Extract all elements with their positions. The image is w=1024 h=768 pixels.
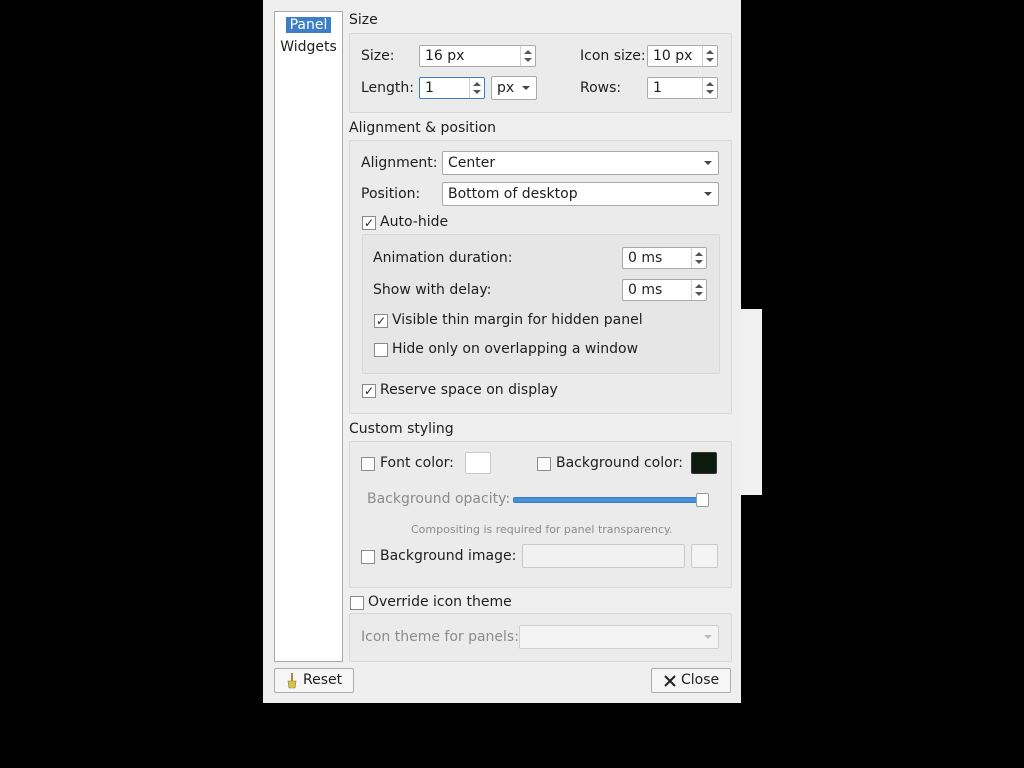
icon-theme-combo[interactable] xyxy=(519,625,719,649)
background-image-path-field[interactable] xyxy=(522,544,685,568)
reset-button-label: Reset xyxy=(303,672,343,688)
position-value: Bottom of desktop xyxy=(448,186,578,202)
up-arrow-icon[interactable] xyxy=(695,284,703,288)
down-arrow-icon[interactable] xyxy=(473,90,481,94)
rows-label: Rows: xyxy=(580,80,622,96)
background-color-swatch[interactable] xyxy=(691,452,717,474)
animation-duration-label: Animation duration: xyxy=(373,250,513,266)
background-color-checkbox[interactable] xyxy=(537,457,551,471)
size-stepper[interactable] xyxy=(520,46,535,66)
down-arrow-icon[interactable] xyxy=(706,58,714,62)
up-arrow-icon[interactable] xyxy=(524,50,532,54)
alignment-group-title: Alignment & position xyxy=(349,120,496,136)
size-spinbox[interactable]: 16 px xyxy=(419,45,536,67)
background-opacity-handle[interactable] xyxy=(696,493,709,507)
rows-stepper[interactable] xyxy=(702,78,717,98)
show-delay-stepper[interactable] xyxy=(691,280,706,300)
broom-icon xyxy=(287,673,297,689)
show-delay-value: 0 ms xyxy=(628,282,663,298)
length-stepper[interactable] xyxy=(469,78,484,98)
animation-duration-stepper[interactable] xyxy=(691,248,706,268)
icon-theme-label: Icon theme for panels: xyxy=(361,629,519,645)
overlap-checkbox[interactable] xyxy=(374,343,388,357)
length-unit-value: px xyxy=(497,80,515,96)
rows-spinbox[interactable]: 1 xyxy=(647,77,718,99)
font-color-label[interactable]: Font color: xyxy=(380,455,454,471)
sidebar-item-panel[interactable]: Panel xyxy=(275,15,342,35)
panel-settings-dialog: Panel Widgets Size Size: 16 px Icon size… xyxy=(263,0,741,703)
up-arrow-icon[interactable] xyxy=(695,252,703,256)
background-color-label[interactable]: Background color: xyxy=(556,455,683,471)
alignment-combo[interactable]: Center xyxy=(442,151,719,175)
background-opacity-slider[interactable] xyxy=(513,497,709,503)
close-button[interactable]: Close xyxy=(651,668,731,693)
icon-size-value: 10 px xyxy=(653,48,693,64)
down-arrow-icon[interactable] xyxy=(524,58,532,62)
reserve-space-label[interactable]: Reserve space on display xyxy=(380,382,558,398)
background-opacity-label: Background opacity: xyxy=(367,491,511,507)
length-spinbox[interactable]: 1 xyxy=(419,77,485,99)
sidebar-list[interactable]: Panel Widgets xyxy=(274,11,343,662)
up-arrow-icon[interactable] xyxy=(706,82,714,86)
size-value: 16 px xyxy=(425,48,465,64)
icon-size-label: Icon size: xyxy=(580,48,646,64)
icon-size-stepper[interactable] xyxy=(702,46,717,66)
show-delay-spinbox[interactable]: 0 ms xyxy=(622,279,707,301)
position-combo[interactable]: Bottom of desktop xyxy=(442,182,719,206)
up-arrow-icon[interactable] xyxy=(473,82,481,86)
size-label: Size: xyxy=(361,48,395,64)
font-color-swatch[interactable] xyxy=(465,452,491,474)
chevron-down-icon xyxy=(704,192,712,196)
chevron-down-icon xyxy=(704,635,712,639)
position-label: Position: xyxy=(361,186,421,202)
reset-button[interactable]: Reset xyxy=(274,668,354,693)
autohide-label[interactable]: Auto-hide xyxy=(380,214,448,230)
background-image-browse-button[interactable] xyxy=(691,544,718,568)
alignment-value: Center xyxy=(448,155,496,171)
down-arrow-icon[interactable] xyxy=(706,90,714,94)
compositing-note: Compositing is required for panel transp… xyxy=(411,523,673,536)
close-button-label: Close xyxy=(681,672,720,688)
rows-value: 1 xyxy=(653,80,662,96)
length-unit-combo[interactable]: px xyxy=(491,76,537,100)
font-color-checkbox[interactable] xyxy=(361,457,375,471)
show-delay-label: Show with delay: xyxy=(373,282,492,298)
close-icon xyxy=(664,675,676,687)
override-icon-theme-checkbox[interactable] xyxy=(350,596,364,610)
chevron-down-icon xyxy=(704,161,712,165)
styling-group-title: Custom styling xyxy=(349,421,454,437)
override-icon-theme-label[interactable]: Override icon theme xyxy=(368,594,512,610)
size-group-title: Size xyxy=(349,12,378,28)
down-arrow-icon[interactable] xyxy=(695,292,703,296)
alignment-label: Alignment: xyxy=(361,155,438,171)
thin-margin-label[interactable]: Visible thin margin for hidden panel xyxy=(392,312,643,328)
sidebar-item-widgets[interactable]: Widgets xyxy=(275,37,342,57)
down-arrow-icon[interactable] xyxy=(695,260,703,264)
length-value: 1 xyxy=(425,80,434,96)
overlap-label[interactable]: Hide only on overlapping a window xyxy=(392,341,638,357)
animation-duration-value: 0 ms xyxy=(628,250,663,266)
thin-margin-checkbox[interactable]: ✓ xyxy=(374,314,388,328)
animation-duration-spinbox[interactable]: 0 ms xyxy=(622,247,707,269)
autohide-checkbox[interactable]: ✓ xyxy=(362,216,376,230)
icon-size-spinbox[interactable]: 10 px xyxy=(647,45,718,67)
background-image-checkbox[interactable] xyxy=(361,550,375,564)
chevron-down-icon xyxy=(522,86,530,90)
length-label: Length: xyxy=(361,80,415,96)
up-arrow-icon[interactable] xyxy=(706,50,714,54)
background-image-label[interactable]: Background image: xyxy=(380,548,516,564)
reserve-space-checkbox[interactable]: ✓ xyxy=(362,384,376,398)
